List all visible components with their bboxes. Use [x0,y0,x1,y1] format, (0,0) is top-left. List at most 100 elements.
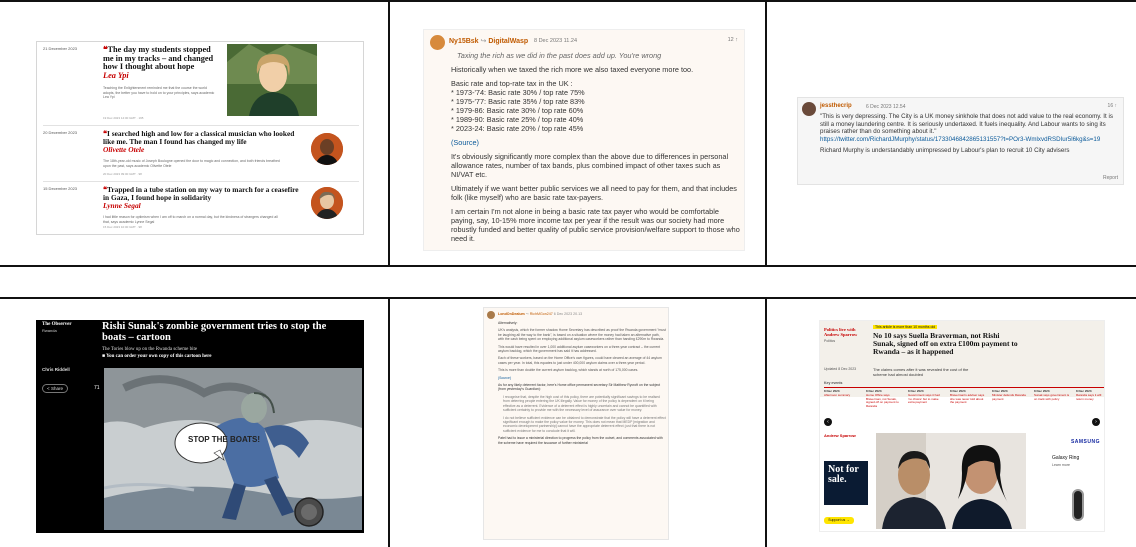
comment-body: Taxing the rich as we did in the past do… [451,51,741,248]
comment-paragraph: This would have resulted in over 1,000 a… [498,344,661,354]
arrow-right-icon: → [846,518,850,522]
order-link[interactable]: ■ You can order your own copy of this ca… [102,354,212,359]
recommend-arrow-icon: ↑ [1114,103,1118,109]
ring-image [1072,489,1084,521]
comment-paragraph: Each of these workers, based on the Home… [498,356,662,365]
comment-username[interactable]: Ny15Bsk ↪ DigitalWasp [449,37,528,45]
ad-not-for-sale[interactable]: Not for sale. [824,461,868,505]
timeline-item[interactable]: 8 Dec 2023 Home Office says Braverman, no… [866,389,902,409]
comment-paragraph: Richard Murphy is understandably unimpre… [820,147,1070,155]
article-standfirst: Teaching the Enlightenment reminded me t… [103,86,215,99]
article-author: Lea Ypi [103,70,129,80]
chevron-left-icon: ‹ [827,419,829,425]
updated-label: Updated 8 Dec 2023 [824,367,857,371]
share-button[interactable]: < Share [42,384,68,393]
section-label[interactable]: Rwanda [42,328,57,333]
grid-divider-4 [765,297,767,547]
author-avatar [311,133,343,165]
cartoon-page-panel: The Observer Rwanda Rishi Sunak's zombie… [36,320,364,533]
source-link[interactable]: (Source) [451,138,741,147]
recommend-count[interactable]: 16 ↑ [1108,103,1117,109]
comment-username[interactable]: jessthecrip [820,103,852,109]
grid-line-top [0,0,1136,2]
timeline-next-button[interactable]: › [1092,418,1100,426]
article-item[interactable]: 20 December 2023 ❝I searched high and lo… [43,128,359,182]
support-button[interactable]: Support us → [824,517,854,524]
report-link[interactable]: Report [1103,175,1118,181]
city-comment-panel: jessthecrip 6 Dec 2023 12.54 16 ↑ "This … [797,97,1124,185]
ad-learn-more[interactable]: Learn more [1052,463,1070,467]
byline[interactable]: Chris Riddell [42,367,70,372]
opinion-list-panel: 21 December 2023 ❝The day my students st… [36,41,364,235]
grid-line-lower [0,297,1136,299]
article-date: 20 December 2023 [43,130,78,135]
article-item[interactable]: 21 December 2023 ❝The day my students st… [43,44,359,126]
timeline-item[interactable]: 8 Dec 2023 Rwanda says it will return mon… [1076,389,1104,401]
grid-divider-2 [765,0,767,265]
article-title[interactable]: ❝I searched high and low for a classical… [103,130,303,153]
chevron-right-icon: › [1095,419,1097,425]
tax-list-title: Basic rate and top-rate tax in the UK : [451,79,573,88]
timeline-item[interactable]: 8 Dec 2023 Government says it had 'no cho… [908,389,944,405]
cartoon-sign-text: STOP THE BOATS! [188,435,260,444]
ad-tagline: Not for sale. [828,464,859,485]
article-title[interactable]: ❝Trapped in a tube station on my way to … [103,186,303,209]
author-name[interactable]: Andrew Sparrow [824,433,856,438]
series-title[interactable]: Politics live with Andrew Sparrow [824,327,866,337]
comment-paragraph: "This is very depressing. The City is a … [820,113,1113,136]
section-label[interactable]: Politics [824,339,835,343]
comment-date[interactable]: 6 Dec 2023 12.54 [866,104,905,110]
comment-paragraph: Patel had to issue a ministerial directi… [498,436,663,445]
comment-count[interactable]: 71 [94,385,100,391]
quoted-text: I do not believe sufficient evidence can… [503,415,666,433]
article-date: 15 December 2023 [43,186,78,191]
tax-list-item: * 1975-'77: Basic rate 35% / top rate 83… [451,97,585,106]
comment-paragraph: This is more than double the current asy… [498,368,639,373]
lead-photo [876,433,1026,529]
reply-to-user[interactable]: RichMGon247 [530,312,553,316]
timeline-item[interactable]: 8 Dec 2023 Braverman's adviser says she w… [950,389,986,405]
author-photo [227,44,317,116]
grid-divider-3 [388,297,390,547]
comment-username[interactable]: LondOnDealum [498,312,525,316]
comment-date[interactable]: 8 Dec 2023 11.24 [534,38,577,44]
grid-divider-1 [388,0,390,265]
timeline-prev-button[interactable]: ‹ [824,418,832,426]
tax-list-item: * 1989-90: Basic rate 25% / top rate 40% [451,115,584,124]
timeline-item[interactable]: 8 Dec 2023 Minister defends Rwanda paymen… [992,389,1028,401]
recommend-count[interactable]: 12 ↑ [728,37,738,43]
comment-paragraph: UK's analysis, which the former shadow H… [498,328,666,342]
tax-list: Basic rate and top-rate tax in the UK : … [451,79,741,133]
article-item[interactable]: 15 December 2023 ❝Trapped in a tube stat… [43,184,359,232]
reply-to-user[interactable]: DigitalWasp [488,38,528,45]
timeline-item[interactable]: 8 Dec 2023 Afternoon summary [824,389,860,398]
user-avatar[interactable] [802,102,816,116]
comment-paragraph: Alternatively: [498,321,518,325]
user-avatar[interactable] [430,35,445,50]
masthead[interactable]: The Observer [42,322,72,327]
reply-arrow-icon: ↪ [525,312,529,316]
standfirst: The claims comes after it was revealed t… [873,367,969,377]
user-avatar[interactable] [487,311,495,319]
source-link[interactable]: (Source) [498,376,666,380]
ad-product: Galaxy Ring [1052,455,1080,461]
comment-date[interactable]: 6 Dec 2023 20.13 [554,312,582,316]
tax-list-item: * 2023-24: Basic rate 20% / top rate 45% [451,124,584,133]
timeline-item[interactable]: 8 Dec 2023 Sunak says government is on tr… [1034,389,1070,401]
comment-paragraph: I am certain I'm not alone in being a ba… [451,207,740,243]
comment-paragraph: Ultimately if we want better public serv… [451,184,737,202]
quoted-text: I recognise that, despite the high cost … [503,394,660,413]
article-meta: 15 Dec 2023 10:00 GMT · 98 [103,225,142,229]
key-events-label: Key events [824,381,843,385]
page-headline: No 10 says Suella Braverman, not Rishi S… [873,331,1018,357]
age-badge: This article is more than 10 months old [873,325,938,329]
article-meta: 20 Dec 2023 09:00 GMT · 98 [103,172,142,176]
article-author: Lynne Segal [103,200,141,210]
tax-list-item: * 1973-'74: Basic rate 30% / top rate 75… [451,88,585,97]
ad-samsung[interactable]: SAMSUNG Galaxy Ring Learn more [1030,433,1102,529]
article-author: Olivette Otele [103,144,145,154]
article-title[interactable]: ❝The day my students stopped me in my tr… [103,45,221,80]
tweet-link[interactable]: https://twitter.com/RichardJMurphy/statu… [820,136,1120,144]
tax-list-item: * 1979-86: Basic rate 30% / top rate 60% [451,106,584,115]
reply-arrow-icon: ↪ [480,38,487,45]
